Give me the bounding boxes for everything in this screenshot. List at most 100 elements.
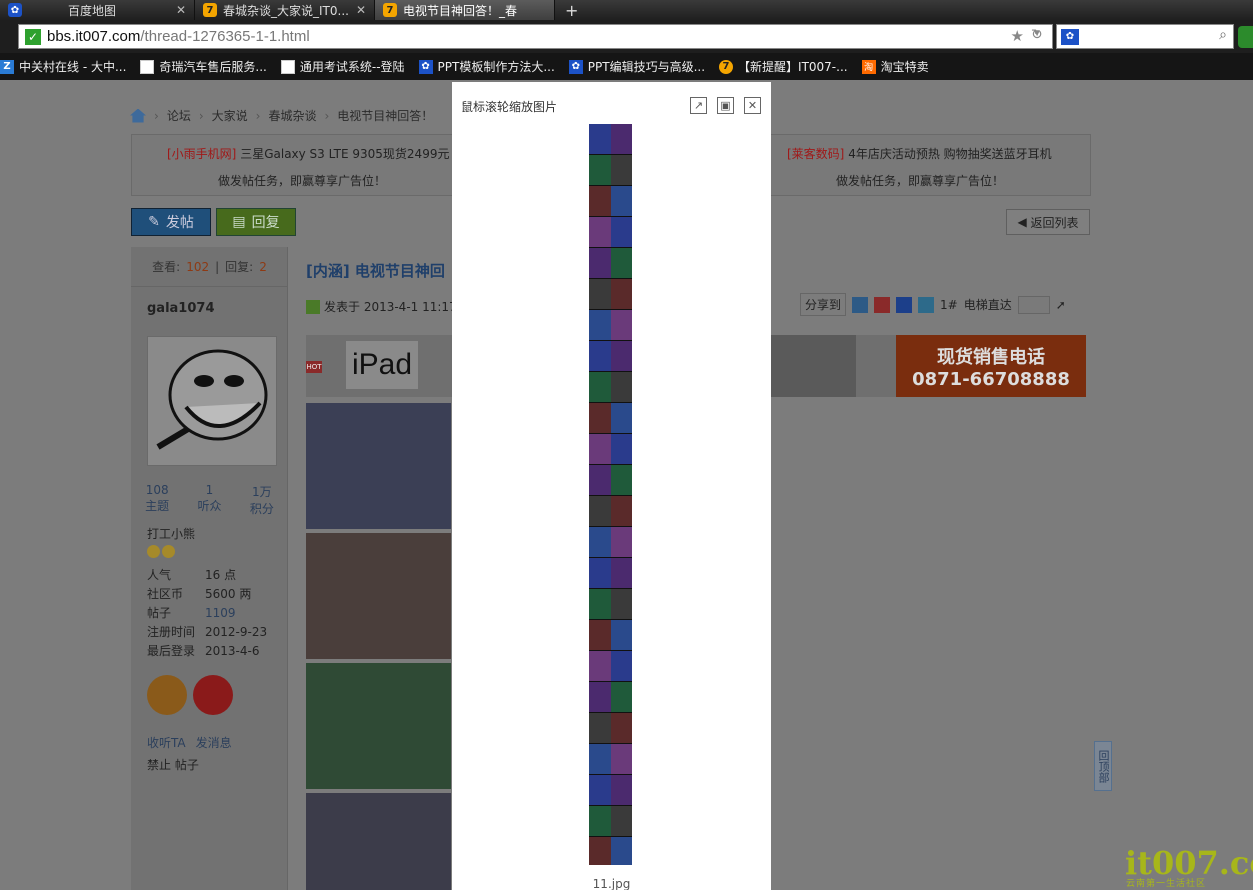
image-frame bbox=[589, 496, 632, 527]
image-frame-part bbox=[610, 620, 632, 650]
close-icon[interactable]: ✕ bbox=[356, 3, 366, 17]
count-points[interactable]: 1万 积分 bbox=[250, 483, 274, 517]
go-icon[interactable]: ➚ bbox=[1056, 298, 1066, 312]
image-frame-part bbox=[589, 589, 611, 619]
breadcrumb-separator: › bbox=[154, 108, 159, 123]
post-image[interactable] bbox=[306, 403, 451, 529]
floor-jump-input[interactable] bbox=[1017, 295, 1050, 314]
ad-link[interactable]: [小雨手机网] 三星Galaxy S3 LTE 9305现货2499元 bbox=[167, 145, 449, 162]
breadcrumb-item[interactable]: 电视节目神回答！ bbox=[337, 107, 433, 124]
image-frame-part bbox=[610, 124, 632, 154]
image-frame-part bbox=[610, 372, 632, 402]
image-frame bbox=[589, 713, 632, 744]
tab-current[interactable]: 7 电视节目神回答！_春 bbox=[375, 0, 555, 20]
post-button[interactable]: ✎ 发帖 bbox=[131, 208, 211, 236]
follow-button[interactable]: 收听TA bbox=[147, 734, 186, 751]
back-to-top-button[interactable]: 回顶部 bbox=[1094, 741, 1112, 791]
admin-actions[interactable]: 禁止 帖子 bbox=[147, 753, 232, 775]
thread-title: [内涵] 电视节目神回 bbox=[306, 262, 445, 280]
sales-phone-title: 现货销售电话 bbox=[937, 346, 1045, 368]
tab-title: 春城杂谈_大家说_IT0... bbox=[223, 3, 348, 18]
tab-baidu-map[interactable]: ✿ 百度地图 ✕ bbox=[0, 0, 195, 20]
smiley-icon bbox=[162, 545, 175, 558]
count-followers[interactable]: 1 听众 bbox=[197, 483, 221, 517]
ad-tag: [小雨手机网] bbox=[167, 147, 237, 161]
thread-stats: 查看: 102 | 回复: 2 bbox=[131, 247, 288, 287]
image-frame bbox=[589, 124, 632, 155]
post-image[interactable] bbox=[306, 663, 451, 789]
site-watermark-sub: 云南第一生活社区 bbox=[1126, 879, 1207, 889]
paw-icon: ✿ bbox=[418, 59, 433, 74]
enlarged-image[interactable] bbox=[589, 124, 632, 865]
post-images bbox=[306, 403, 451, 890]
pengyou-icon[interactable] bbox=[918, 296, 935, 313]
message-button[interactable]: 发消息 bbox=[196, 734, 232, 751]
tab-chuncheng[interactable]: 7 春城杂谈_大家说_IT0... ✕ bbox=[195, 0, 375, 20]
count-topics[interactable]: 108 主题 bbox=[145, 483, 169, 517]
close-icon[interactable]: ✕ bbox=[744, 97, 761, 114]
image-frame-part bbox=[610, 682, 632, 712]
it007-icon: 7 bbox=[719, 59, 734, 74]
avatar[interactable] bbox=[147, 336, 277, 466]
search-icon[interactable]: ⌕ bbox=[1219, 27, 1227, 43]
username[interactable]: gala1074 bbox=[147, 301, 215, 316]
ad-link[interactable]: [莱客数码] 4年店庆活动预热 购物抽奖送蓝牙耳机 bbox=[787, 145, 1052, 162]
image-frame-part bbox=[610, 589, 632, 619]
image-frame-part bbox=[589, 341, 611, 371]
open-new-window-icon[interactable]: ↗ bbox=[690, 97, 707, 114]
reload-icon[interactable]: ↻ bbox=[1031, 27, 1043, 43]
image-frame-part bbox=[610, 465, 632, 495]
paw-icon[interactable]: ✿ bbox=[1061, 28, 1079, 45]
sales-phone: 现货销售电话 0871-66708888 bbox=[896, 335, 1086, 397]
ad-text: 4年店庆活动预热 购物抽奖送蓝牙耳机 bbox=[848, 147, 1052, 161]
info-value[interactable]: 1109 bbox=[205, 606, 236, 620]
count-label: 主题 bbox=[145, 499, 170, 513]
ad-link[interactable]: 做发帖任务，即赢尊享广告位！ bbox=[218, 172, 386, 189]
medal-icon[interactable] bbox=[193, 675, 233, 715]
image-frame bbox=[589, 217, 632, 248]
post-image[interactable] bbox=[306, 533, 451, 659]
reply-icon: ▤ bbox=[232, 214, 246, 230]
reply-button[interactable]: ▤ 回复 bbox=[216, 208, 296, 236]
info-value: 5600 两 bbox=[205, 587, 252, 601]
image-frame bbox=[589, 403, 632, 434]
breadcrumb-item[interactable]: 大家说 bbox=[212, 107, 248, 124]
bookmark-item[interactable]: 奇瑞汽车售后服务... bbox=[140, 58, 267, 75]
imac-image bbox=[771, 335, 856, 397]
bookmark-item[interactable]: ✿ PPT模板制作方法大... bbox=[418, 58, 555, 75]
extension-icon[interactable] bbox=[1238, 26, 1253, 48]
bookmark-label: 通用考试系统--登陆 bbox=[299, 60, 405, 74]
count-value: 1 bbox=[205, 483, 214, 497]
actual-size-icon[interactable]: ▣ bbox=[717, 97, 734, 114]
info-key: 最后登录 bbox=[147, 644, 196, 658]
qzone-icon[interactable] bbox=[852, 296, 869, 313]
breadcrumb-item[interactable]: 论坛 bbox=[167, 107, 191, 124]
bookmark-item[interactable]: 通用考试系统--登陆 bbox=[280, 58, 405, 75]
medal-icon[interactable] bbox=[147, 675, 187, 715]
sales-phone-number: 0871-66708888 bbox=[912, 368, 1070, 390]
home-icon[interactable] bbox=[130, 108, 146, 123]
weibo-icon[interactable] bbox=[874, 296, 891, 313]
tab-title: 电视节目神回答！_春 bbox=[403, 3, 518, 18]
bookmark-item[interactable]: Z 中关村在线 - 大中... bbox=[0, 58, 126, 75]
it007-icon: 7 bbox=[203, 3, 217, 17]
back-to-list-button[interactable]: ◀ 返回列表 bbox=[1006, 209, 1090, 235]
new-tab-button[interactable]: + bbox=[555, 0, 588, 20]
close-icon[interactable]: ✕ bbox=[176, 3, 186, 17]
ad-link[interactable]: 做发帖任务，即赢尊享广告位！ bbox=[836, 172, 1004, 189]
star-icon[interactable]: ★ bbox=[1011, 27, 1024, 45]
search-input[interactable]: ✿ ⌕ bbox=[1056, 24, 1234, 49]
bookmark-item[interactable]: 淘淘宝特卖 bbox=[861, 58, 929, 75]
bookmark-item[interactable]: ✿ PPT编辑技巧与高级... bbox=[568, 58, 705, 75]
post-meta: 发表于 2013-4-1 11:17 bbox=[306, 298, 457, 315]
post-image[interactable] bbox=[306, 793, 451, 890]
triangle-left-icon: ◀ bbox=[1017, 215, 1031, 229]
paw-icon[interactable] bbox=[896, 296, 913, 313]
doc-icon bbox=[140, 59, 155, 74]
replies-count: 2 bbox=[259, 259, 267, 274]
image-frame-part bbox=[589, 837, 611, 865]
bookmark-label: 奇瑞汽车售后服务... bbox=[159, 60, 267, 74]
breadcrumb-item[interactable]: 春城杂谈 bbox=[268, 107, 316, 124]
url-field[interactable]: ✓ bbs.it007.com /thread-1276365-1-1.html… bbox=[18, 24, 1053, 49]
bookmark-item[interactable]: 7 【新提醒】IT007-... bbox=[719, 58, 848, 75]
